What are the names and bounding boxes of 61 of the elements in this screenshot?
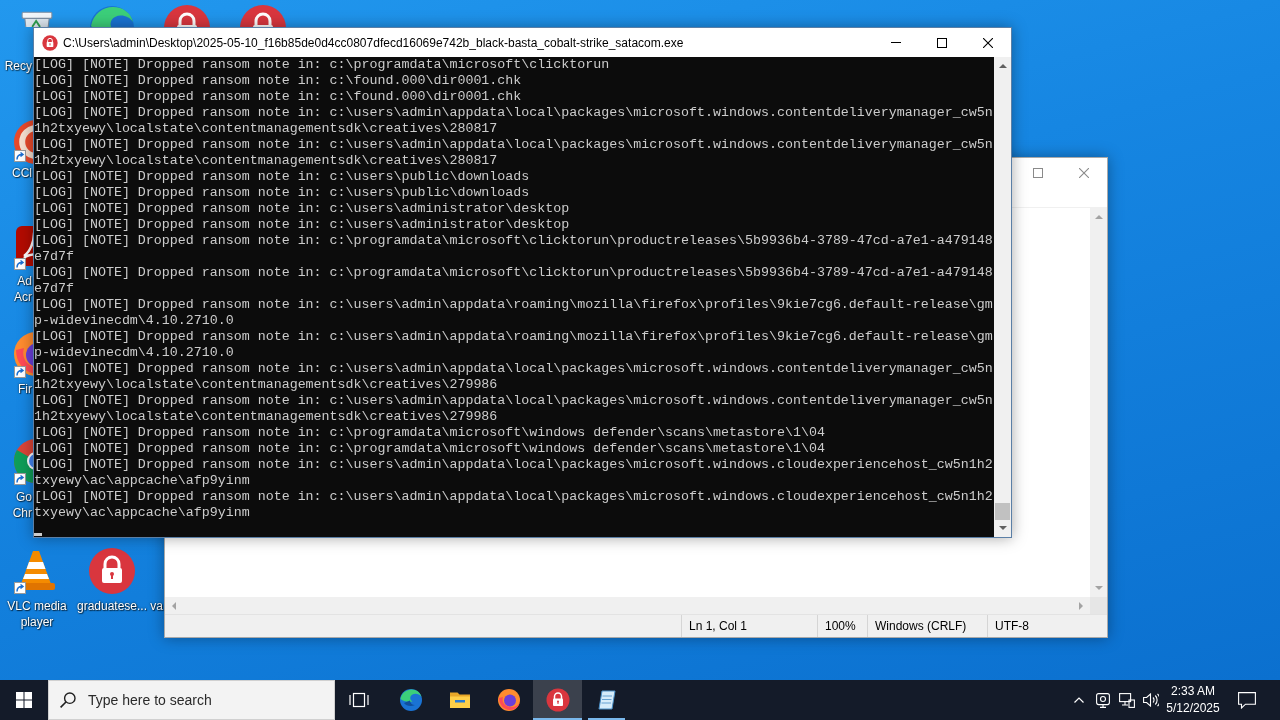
network-icon (1119, 692, 1135, 708)
log-line: [LOG] [NOTE] Dropped ransom note in: c:\users\admin\appdata\local\packages\microsoft.windows.cloudexperiencehost_cw5n1h2txyewy\ac\appcache\afp9yinm (34, 457, 993, 488)
arrow-right-icon (1079, 601, 1084, 610)
webcam-icon (1096, 692, 1110, 708)
arrow-up-icon (998, 63, 1007, 68)
status-text: 100% (817, 615, 867, 637)
status-text: UTF-8 (987, 615, 1107, 637)
speech-bubble-icon (1238, 691, 1256, 709)
log-line: [LOG] [NOTE] Dropped ransom note in: c:\programdata\microsoft\windows defender\scans\metastore\1\04 (34, 425, 825, 440)
minimize-icon (891, 42, 901, 43)
icon-label[interactable]: Fir (10, 381, 32, 397)
padlock-icon[interactable] (88, 547, 136, 595)
window-panes-icon (16, 692, 32, 708)
log-line: [LOG] [NOTE] Dropped ransom note in: c:\users\public\downloads (34, 185, 530, 200)
speaker-icon (1143, 693, 1159, 707)
log-line: [LOG] [NOTE] Dropped ransom note in: c:\programdata\microsoft\clicktorun (34, 57, 610, 72)
search-icon (60, 692, 76, 708)
log-line: [LOG] [NOTE] Dropped ransom note in: c:\users\admin\appdata\local\packages\microsoft.windows.contentdeliverymanager_cw5n1h2txyewy\localstate\contentmanagementsdk\creatives\279986 (34, 393, 993, 424)
arrow-left-icon (171, 601, 176, 610)
log-line: [LOG] [NOTE] Dropped ransom note in: c:\found.000\dir0001.chk (34, 89, 522, 104)
log-line: [LOG] [NOTE] Dropped ransom note in: c:\programdata\microsoft\clicktorun\productreleases\5b9936b4-3789-47cd-a7e1-a479148e7d7f (34, 265, 993, 296)
chevron-up-icon (1074, 697, 1084, 703)
window-title: C:\Users\admin\Desktop\2025-05-10_f16b85de0d4cc0807dfecd16069e742b_black-basta_cobalt-strike_satacom.exe (63, 35, 684, 50)
icon-label[interactable]: VLC media player (0, 598, 74, 630)
maximize-icon (1033, 167, 1043, 178)
arrow-down-icon (998, 526, 1007, 531)
log-line: [LOG] [NOTE] Dropped ransom note in: c:\users\admin\appdata\local\packages\microsoft.windows.contentdeliverymanager_cw5n1h2txyewy\localstate\contentmanagementsdk\creatives\280817 (34, 105, 993, 136)
close-icon (1079, 167, 1089, 178)
task-view-icon (349, 692, 369, 708)
taskbar-app-button[interactable] (533, 680, 582, 720)
log-line: [LOG] [NOTE] Dropped ransom note in: c:\users\admin\appdata\local\packages\microsoft.windows.contentdeliverymanager_cw5n1h2txyewy\localstate\contentmanagementsdk\creatives\279986 (34, 361, 993, 392)
icon-label[interactable]: Recy (0, 58, 32, 74)
maximize-icon (937, 37, 947, 48)
icon-label[interactable]: Ad Acr (10, 273, 32, 305)
search-field[interactable]: Type here to search (88, 689, 328, 711)
log-line: [LOG] [NOTE] Dropped ransom note in: c:\programdata\microsoft\windows defender\scans\metastore\1\04 (34, 441, 825, 456)
log-line: [LOG] [NOTE] Dropped ransom note in: c:\users\admin\appdata\roaming\mozilla\firefox\profiles\9kie7cg6.default-release\gmp-widevinecdm\4.10.2710.0 (34, 329, 993, 360)
log-line: [LOG] [NOTE] Dropped ransom note in: c:\users\admin\appdata\local\packages\microsoft.windows.cloudexperiencehost_cw5n1h2txyewy\ac\appcache\afp9yinm (34, 489, 993, 520)
arrow-down-icon (1094, 586, 1103, 591)
status-text: Windows (CRLF) (867, 615, 987, 637)
arrow-up-icon (1094, 214, 1103, 219)
swirl-app-icon (398, 688, 423, 712)
log-line: [LOG] [NOTE] Dropped ransom note in: c:\users\public\downloads (34, 169, 530, 184)
icon-label[interactable]: CCl (10, 165, 32, 181)
scrollbar[interactable] (994, 57, 1011, 537)
padlock-icon (42, 34, 58, 51)
clock[interactable]: 2:33 AM 5/12/2025 (1163, 680, 1223, 720)
close-icon (983, 37, 993, 48)
log-line: [LOG] [NOTE] Dropped ransom note in: c:\users\admin\appdata\local\packages\microsoft.windows.contentdeliverymanager_cw5n1h2txyewy\localstate\contentmanagementsdk\creatives\280817 (34, 137, 993, 168)
log-line: [LOG] [NOTE] Dropped ransom note in: c:\users\admin\appdata\roaming\mozilla\firefox\profiles\9kie7cg6.default-release\gmp-widevinecdm\4.10.2710.0 (34, 297, 993, 328)
icon-label[interactable]: Go Chr (10, 489, 32, 521)
log-line: [LOG] [NOTE] Dropped ransom note in: c:\found.000\dir0001.chk (34, 73, 522, 88)
log-line: [LOG] [NOTE] Dropped ransom note in: c:\programdata\microsoft\clicktorun\productreleases\5b9936b4-3789-47cd-a7e1-a479148e7d7f (34, 233, 993, 264)
scroll-thumb[interactable] (995, 503, 1010, 520)
fox-globe-icon (496, 688, 521, 712)
status-text: Ln 1, Col 1 (681, 615, 817, 637)
log-line: [LOG] [NOTE] Dropped ransom note in: c:\users\administrator\desktop (34, 217, 570, 232)
log-line: [LOG] [NOTE] Dropped ransom note in: c:\users\administrator\desktop (34, 201, 570, 216)
search-box[interactable]: Type here to search (48, 680, 335, 720)
icon-label[interactable]: graduatese... (75, 598, 149, 614)
padlock-icon (545, 688, 570, 712)
